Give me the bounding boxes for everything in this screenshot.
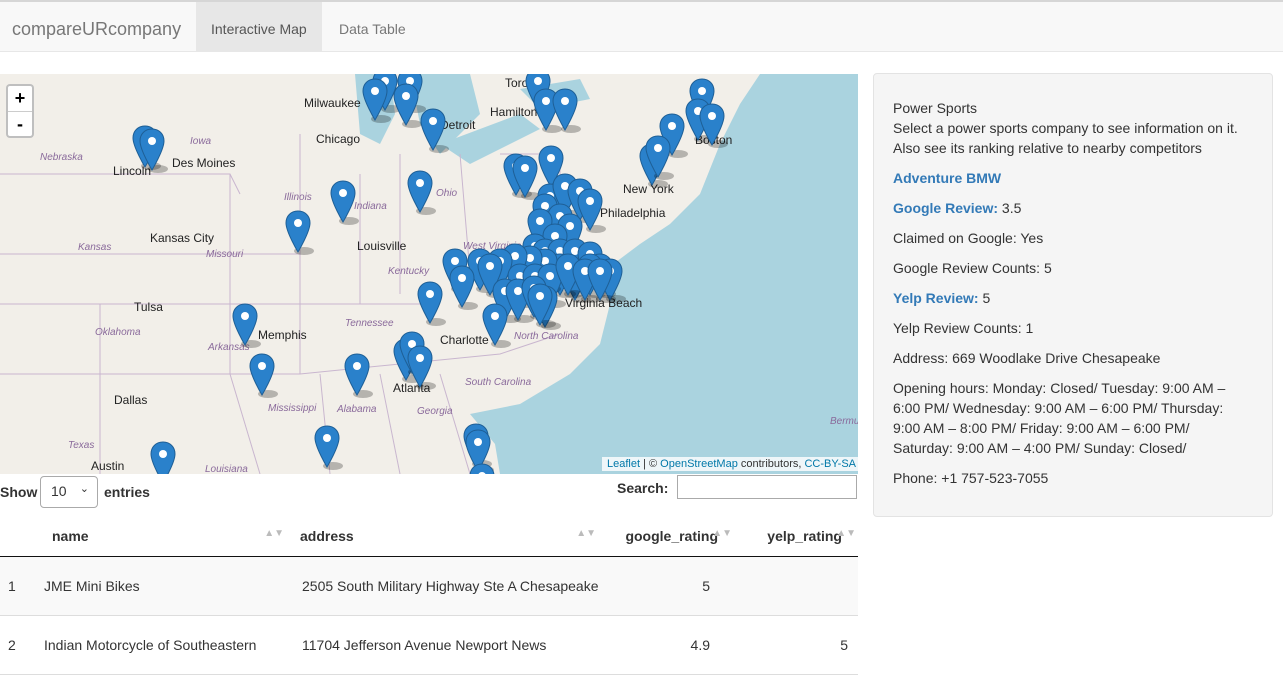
svg-text:Austin: Austin — [91, 459, 124, 473]
svg-text:Texas: Texas — [68, 440, 94, 451]
col-address[interactable]: address ▲▼ — [290, 516, 602, 557]
zoom-in-button[interactable]: + — [8, 86, 32, 112]
svg-text:Charlotte: Charlotte — [440, 333, 489, 347]
row-google: 5 — [602, 556, 734, 616]
row-address: 2505 South Military Highway Ste A Chesap… — [290, 556, 602, 616]
svg-text:Tennessee: Tennessee — [345, 318, 394, 329]
yelp-review-label: Yelp Review: — [893, 290, 979, 306]
google-review-value: 3.5 — [1001, 200, 1022, 216]
yelp-review-value: 5 — [982, 290, 991, 306]
search-label: Search: — [617, 480, 669, 496]
sort-icon: ▲▼ — [836, 528, 856, 539]
instructions: Select a power sports company to see inf… — [893, 120, 1238, 136]
yelp-review-counts: Yelp Review Counts: 1 — [893, 320, 1034, 336]
svg-text:Tulsa: Tulsa — [134, 300, 163, 314]
google-review-counts: Google Review Counts: 5 — [893, 260, 1052, 276]
col-yelp-rating[interactable]: yelp_rating ▲▼ — [734, 516, 858, 557]
chevron-down-icon: ⌄ — [79, 483, 89, 495]
navbar: compareURcompany Interactive Map Data Ta… — [0, 0, 1283, 52]
row-google: 4.9 — [602, 615, 734, 675]
col-google-label: google_rating — [625, 528, 718, 544]
col-name[interactable]: name ▲▼ — [32, 516, 290, 557]
svg-text:Chicago: Chicago — [316, 132, 360, 146]
data-table: name ▲▼ address ▲▼ google_rating ▲▼ yelp_ra… — [0, 516, 858, 675]
svg-text:Louisiana: Louisiana — [205, 464, 248, 474]
phone: Phone: +1 757-523-7055 — [893, 470, 1049, 486]
col-google-rating[interactable]: google_rating ▲▼ — [602, 516, 734, 557]
attrib-contrib: contributors, — [737, 458, 805, 470]
svg-text:Louisville: Louisville — [357, 239, 407, 253]
svg-text:Kansas: Kansas — [78, 242, 111, 253]
col-yelp-label: yelp_rating — [767, 528, 842, 544]
map[interactable]: Milwaukee Toronto Hamilton Chicago Des Moin… — [0, 74, 858, 474]
zoom-out-button[interactable]: - — [8, 112, 32, 137]
svg-text:Bermuda: Bermuda — [830, 416, 858, 427]
svg-text:Oklahoma: Oklahoma — [95, 327, 141, 338]
google-review-label: Google Review: — [893, 200, 999, 216]
table-row[interactable]: 2 Indian Motorcycle of Southeastern 1170… — [0, 615, 858, 675]
svg-text:Indiana: Indiana — [354, 201, 387, 212]
instructions-2: Also see its ranking relative to nearby … — [893, 140, 1202, 156]
row-yelp: 5 — [734, 615, 858, 675]
svg-text:Nebraska: Nebraska — [40, 152, 83, 163]
svg-text:Illinois: Illinois — [284, 192, 312, 203]
svg-text:Kansas City: Kansas City — [150, 231, 214, 245]
row-yelp — [734, 556, 858, 616]
entries-value: 10 — [51, 483, 67, 499]
svg-text:South Carolina: South Carolina — [465, 377, 532, 388]
info-panel: Power Sports Select a power sports compa… — [873, 73, 1273, 517]
row-index: 1 — [0, 556, 32, 616]
address: Address: 669 Woodlake Drive Chesapeake — [893, 350, 1161, 366]
row-name: JME Mini Bikes — [32, 556, 290, 616]
opening-hours: Opening hours: Monday: Closed/ Tuesday: … — [893, 380, 1226, 456]
leaflet-link[interactable]: Leaflet — [607, 458, 640, 470]
tab-interactive-map[interactable]: Interactive Map — [196, 2, 322, 52]
svg-text:Dallas: Dallas — [114, 393, 147, 407]
map-canvas: MilwaukeeTorontoHamilton ChicagoDes Moin… — [0, 74, 858, 474]
svg-text:Mississippi: Mississippi — [268, 403, 317, 414]
zoom-control: + - — [6, 84, 34, 138]
svg-text:Des Moines: Des Moines — [172, 156, 235, 170]
svg-text:Memphis: Memphis — [258, 328, 307, 342]
row-name: Indian Motorcycle of Southeastern — [32, 615, 290, 675]
svg-text:Kentucky: Kentucky — [388, 266, 430, 277]
company-name: Adventure BMW — [893, 170, 1002, 186]
entries-select[interactable]: 10 ⌄ — [40, 476, 98, 508]
svg-text:Iowa: Iowa — [190, 136, 212, 147]
svg-text:Hamilton: Hamilton — [490, 105, 537, 119]
sort-icon: ▲▼ — [264, 528, 284, 539]
sort-icon: ▲▼ — [576, 528, 596, 539]
svg-text:Alabama: Alabama — [336, 404, 377, 415]
col-index — [0, 516, 32, 557]
svg-text:Ohio: Ohio — [436, 188, 458, 199]
search-input[interactable] — [677, 475, 857, 499]
svg-text:Missouri: Missouri — [206, 249, 244, 260]
brand[interactable]: compareURcompany — [12, 19, 181, 40]
svg-text:North Carolina: North Carolina — [514, 331, 579, 342]
attrib-sep: | © — [640, 458, 661, 470]
license-link[interactable]: CC-BY-SA — [804, 458, 856, 470]
entries-label: entries — [104, 484, 150, 500]
col-name-label: name — [52, 528, 89, 544]
svg-text:Philadelphia: Philadelphia — [600, 206, 666, 220]
claimed-on-google: Claimed on Google: Yes — [893, 230, 1044, 246]
row-address: 11704 Jefferson Avenue Newport News — [290, 615, 602, 675]
svg-text:Milwaukee: Milwaukee — [304, 96, 361, 110]
row-index: 2 — [0, 615, 32, 675]
map-attribution: Leaflet | © OpenStreetMap contributors, … — [602, 457, 862, 471]
col-address-label: address — [300, 528, 354, 544]
table-row[interactable]: 1 JME Mini Bikes 2505 South Military Hig… — [0, 556, 858, 616]
osm-link[interactable]: OpenStreetMap — [660, 458, 738, 470]
show-label: Show — [0, 484, 38, 500]
sort-icon: ▲▼ — [712, 528, 732, 539]
tab-data-table[interactable]: Data Table — [324, 2, 421, 52]
category-label: Power Sports — [893, 100, 978, 116]
svg-text:Georgia: Georgia — [417, 406, 453, 417]
